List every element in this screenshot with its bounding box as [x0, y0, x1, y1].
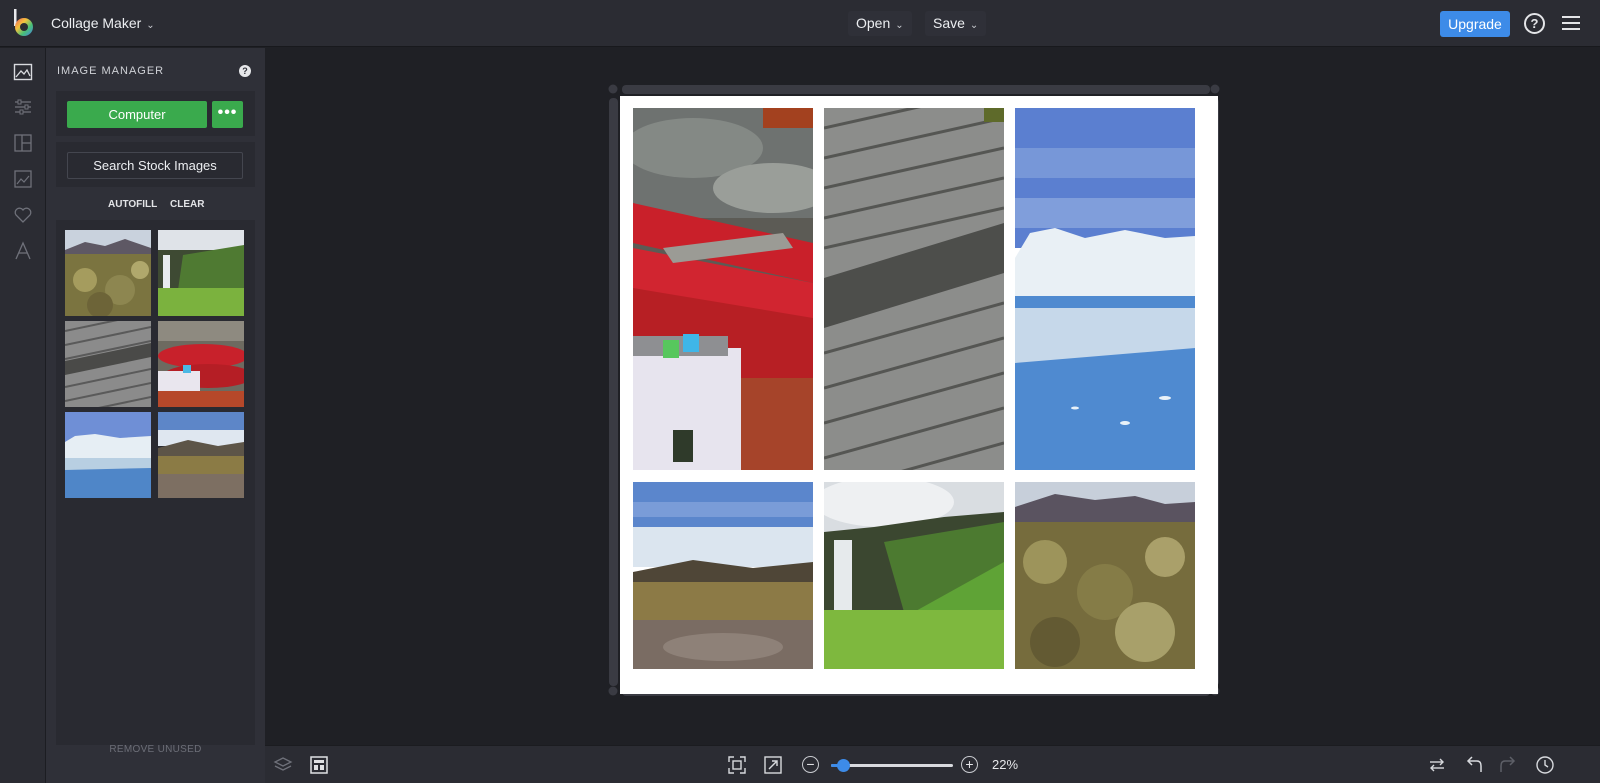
clear-button[interactable]: CLEAR: [170, 199, 204, 210]
collage-cell-glacier[interactable]: [1015, 108, 1195, 470]
zoom-slider[interactable]: [831, 759, 953, 772]
layers-icon[interactable]: [273, 755, 293, 775]
thumbnail-moss-field[interactable]: [65, 230, 151, 316]
logo-icon[interactable]: [11, 8, 37, 38]
collage-cell-moss-field[interactable]: [1015, 482, 1195, 669]
adjust-icon[interactable]: [13, 97, 33, 117]
stock-group: Search Stock Images: [56, 142, 255, 187]
collage-cell-boardwalk[interactable]: [824, 108, 1004, 470]
top-bar: Collage Maker ⌄ Open ⌄ Save ⌄ Upgrade ?: [0, 0, 1600, 47]
text-icon[interactable]: [13, 241, 33, 261]
computer-upload-button[interactable]: Computer: [67, 101, 207, 128]
app-title: Collage Maker: [51, 15, 142, 31]
zoom-level: 22%: [992, 757, 1019, 772]
image-manager-icon[interactable]: [13, 62, 33, 82]
zoom-in-button[interactable]: +: [961, 756, 978, 773]
bottom-toolbar: − + 22%: [265, 745, 1600, 783]
app-title-menu[interactable]: Collage Maker ⌄: [51, 15, 155, 31]
undo-icon[interactable]: [1463, 755, 1483, 775]
open-label: Open: [856, 15, 891, 31]
zoom-out-button[interactable]: −: [802, 756, 819, 773]
panel-help-icon[interactable]: ?: [239, 65, 251, 77]
search-stock-images-button[interactable]: Search Stock Images: [67, 152, 243, 179]
layout-grid-icon[interactable]: [309, 755, 329, 775]
thumbnail-boardwalk[interactable]: [65, 321, 151, 407]
actual-size-icon[interactable]: [763, 755, 783, 775]
fit-to-screen-icon[interactable]: [727, 755, 747, 775]
collage-canvas: [620, 96, 1218, 694]
hamburger-menu-icon[interactable]: [1562, 16, 1580, 30]
image-source-group: Computer •••: [56, 91, 255, 136]
more-sources-button[interactable]: •••: [212, 101, 243, 128]
panel-title: IMAGE MANAGER: [57, 65, 165, 77]
background-icon[interactable]: [13, 169, 33, 189]
open-menu-button[interactable]: Open ⌄: [848, 11, 912, 36]
autofill-button[interactable]: AUTOFILL: [108, 199, 157, 210]
favorites-icon[interactable]: [13, 205, 33, 225]
layout-icon[interactable]: [13, 133, 33, 153]
collage-cell-red-boat[interactable]: [633, 108, 813, 470]
collage-cell-tundra[interactable]: [633, 482, 813, 669]
chevron-down-icon: ⌄: [895, 20, 904, 31]
thumbnail-waterfall[interactable]: [158, 230, 244, 316]
redo-icon[interactable]: [1499, 755, 1519, 775]
save-menu-button[interactable]: Save ⌄: [925, 11, 987, 36]
history-icon[interactable]: [1535, 755, 1555, 775]
chevron-down-icon: ⌄: [969, 20, 979, 31]
thumbnail-red-boat[interactable]: [158, 321, 244, 407]
collage-cell-waterfall[interactable]: [824, 482, 1004, 669]
image-manager-panel: IMAGE MANAGER ? Computer ••• Search Stoc…: [46, 48, 265, 783]
upgrade-button[interactable]: Upgrade: [1440, 11, 1510, 37]
thumbnail-icebergs[interactable]: [65, 412, 151, 498]
save-label: Save: [933, 15, 965, 31]
thumbnail-grid: [56, 220, 255, 745]
zoom-slider-handle[interactable]: [837, 759, 851, 772]
help-icon[interactable]: ?: [1524, 13, 1545, 34]
swap-icon[interactable]: [1427, 755, 1447, 775]
thumbnail-tundra[interactable]: [158, 412, 244, 498]
tool-rail: [0, 48, 46, 783]
chevron-down-icon: ⌄: [146, 20, 155, 31]
